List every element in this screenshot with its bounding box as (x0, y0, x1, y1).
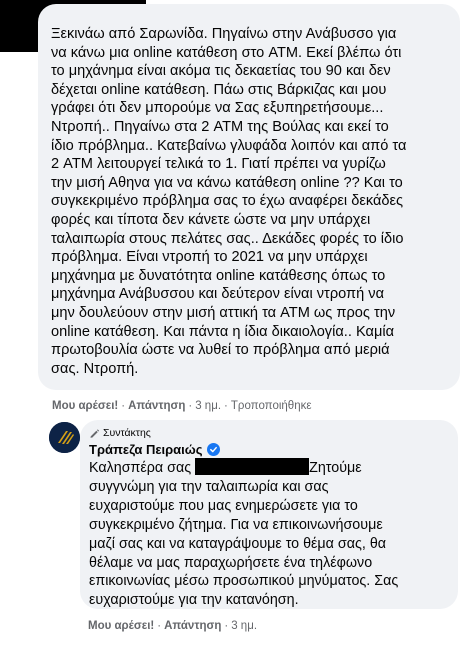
reply-body: Ζητούμε συγγνώμη για την ταλαιπωρία και … (89, 460, 399, 609)
like-button[interactable]: Μου αρέσει! (52, 400, 118, 412)
separator: · (121, 400, 126, 412)
reply-greeting: Καλησπέρα σας (89, 460, 192, 476)
author-badge: Συντάκτης (89, 427, 151, 439)
comment-bubble: Ξεκινάω από Σαρωνίδα. Πηγαίνω στην Ανάβυ… (38, 4, 460, 390)
redacted-name (195, 458, 310, 475)
edited-label[interactable]: Τροποποιήθηκε (231, 400, 312, 412)
reply-bubble: Συντάκτης Τράπεζα Πειραιώς Καλησπέρα σας… (80, 420, 458, 609)
reply-time[interactable]: 3 ημ. (231, 620, 257, 632)
separator: · (188, 400, 193, 412)
reply-text: Καλησπέρα σας Ζητούμε συγγνώμη για την τ… (89, 458, 449, 610)
comment-time[interactable]: 3 ημ. (195, 400, 221, 412)
author-badge-label: Συντάκτης (103, 427, 151, 439)
reply-button[interactable]: Απάντηση (164, 620, 221, 632)
pencil-icon (90, 428, 100, 438)
comment-text: Ξεκινάω από Σαρωνίδα. Πηγαίνω στην Ανάβυ… (51, 26, 407, 377)
separator: · (157, 620, 162, 632)
reply-author-name[interactable]: Τράπεζα Πειραιώς (89, 442, 203, 457)
reply-button[interactable]: Απάντηση (128, 400, 185, 412)
separator: · (224, 400, 228, 412)
reply-actions: Μου αρέσει! · Απάντηση · 3 ημ. (88, 620, 257, 632)
verified-badge-icon (206, 443, 220, 456)
like-button[interactable]: Μου αρέσει! (88, 620, 154, 632)
separator: · (224, 620, 229, 632)
bank-avatar[interactable] (49, 422, 80, 453)
bank-logo-icon (49, 422, 80, 453)
reply-author[interactable]: Τράπεζα Πειραιώς (89, 442, 220, 457)
comment-actions: Μου αρέσει! · Απάντηση · 3 ημ. · Τροποποιήθηκε (52, 400, 311, 412)
